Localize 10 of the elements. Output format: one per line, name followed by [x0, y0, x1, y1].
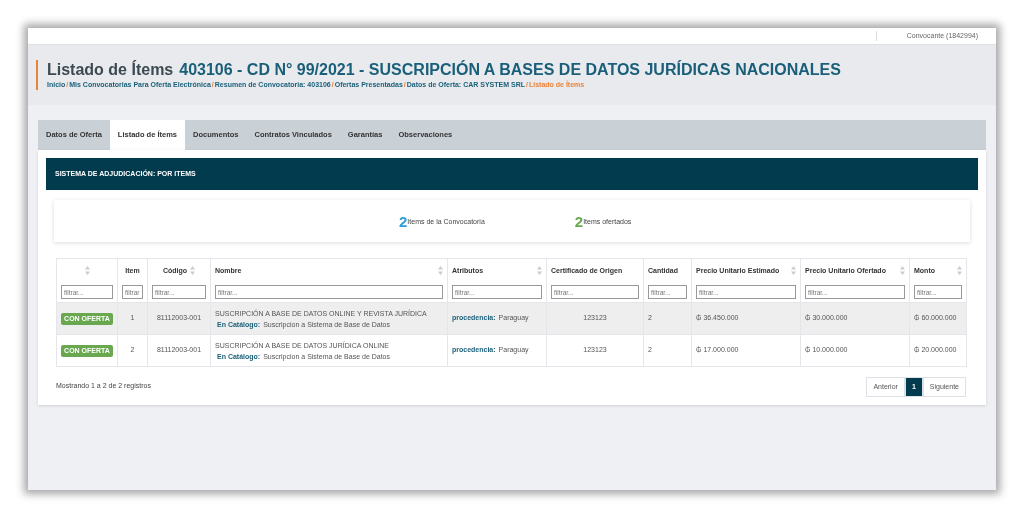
- sort-icon: [791, 266, 796, 276]
- sort-icon: [84, 266, 90, 276]
- sort-icon: [438, 266, 443, 276]
- sort-icon: [537, 266, 542, 276]
- sort-icon: [957, 266, 962, 276]
- tender-title: 403106 - CD N° 99/2021 - SUSCRIPCIÓN A BASES DE DATOS JURÍDICAS NACIONALES: [179, 59, 841, 80]
- sort-icon: [190, 266, 196, 276]
- sort-icon: [900, 266, 905, 276]
- page-title: Listado de Ítems: [47, 59, 174, 80]
- table-row[interactable]: [56, 302, 967, 335]
